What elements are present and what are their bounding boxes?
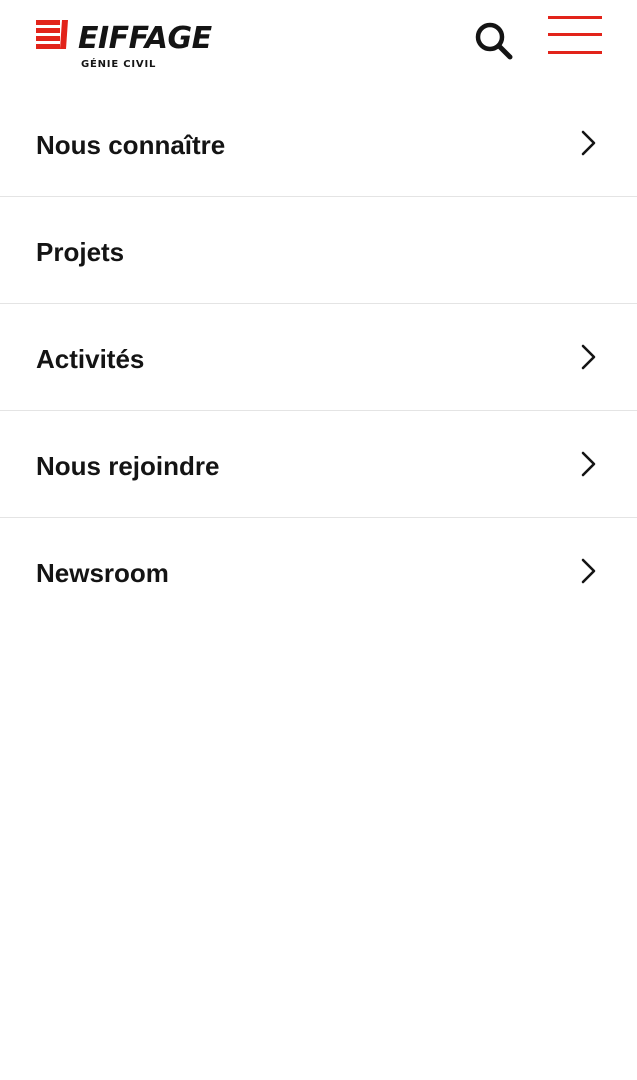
- nav-item-nous-rejoindre[interactable]: Nous rejoindre: [0, 411, 637, 518]
- page: EIFFAGE GÉNIE CIVIL Nous connaître Proje…: [0, 0, 637, 1080]
- nav-item-label: Newsroom: [36, 558, 169, 588]
- menu-bar-bottom: [548, 51, 602, 54]
- nav-item-label: Nous rejoindre: [36, 451, 220, 481]
- nav-item-label: Activités: [36, 344, 145, 374]
- logo-brand-name: EIFFAGE: [78, 21, 212, 56]
- menu-bar-top: [548, 16, 602, 19]
- search-button[interactable]: [472, 20, 516, 62]
- chevron-right-icon: [581, 451, 596, 477]
- search-icon: [475, 22, 513, 60]
- main-nav-menu: Nous connaître Projets Activités Nous re…: [0, 90, 637, 624]
- chevron-right-icon: [581, 130, 596, 156]
- chevron-right-icon: [581, 558, 596, 584]
- logo-subtitle: GÉNIE CIVIL: [81, 59, 157, 70]
- eiffage-logo[interactable]: EIFFAGE GÉNIE CIVIL: [36, 18, 216, 74]
- nav-item-nous-connaitre[interactable]: Nous connaître: [0, 90, 637, 197]
- nav-item-newsroom[interactable]: Newsroom: [0, 518, 637, 624]
- nav-item-projets[interactable]: Projets: [0, 197, 637, 304]
- header: EIFFAGE GÉNIE CIVIL: [0, 0, 637, 90]
- menu-toggle-button[interactable]: [546, 16, 604, 56]
- nav-item-label: Projets: [36, 237, 125, 267]
- menu-bar-middle: [548, 33, 602, 36]
- eiffage-logo-mark-icon: [36, 20, 68, 49]
- chevron-right-icon: [581, 344, 596, 370]
- nav-item-activites[interactable]: Activités: [0, 304, 637, 411]
- nav-item-label: Nous connaître: [36, 130, 226, 160]
